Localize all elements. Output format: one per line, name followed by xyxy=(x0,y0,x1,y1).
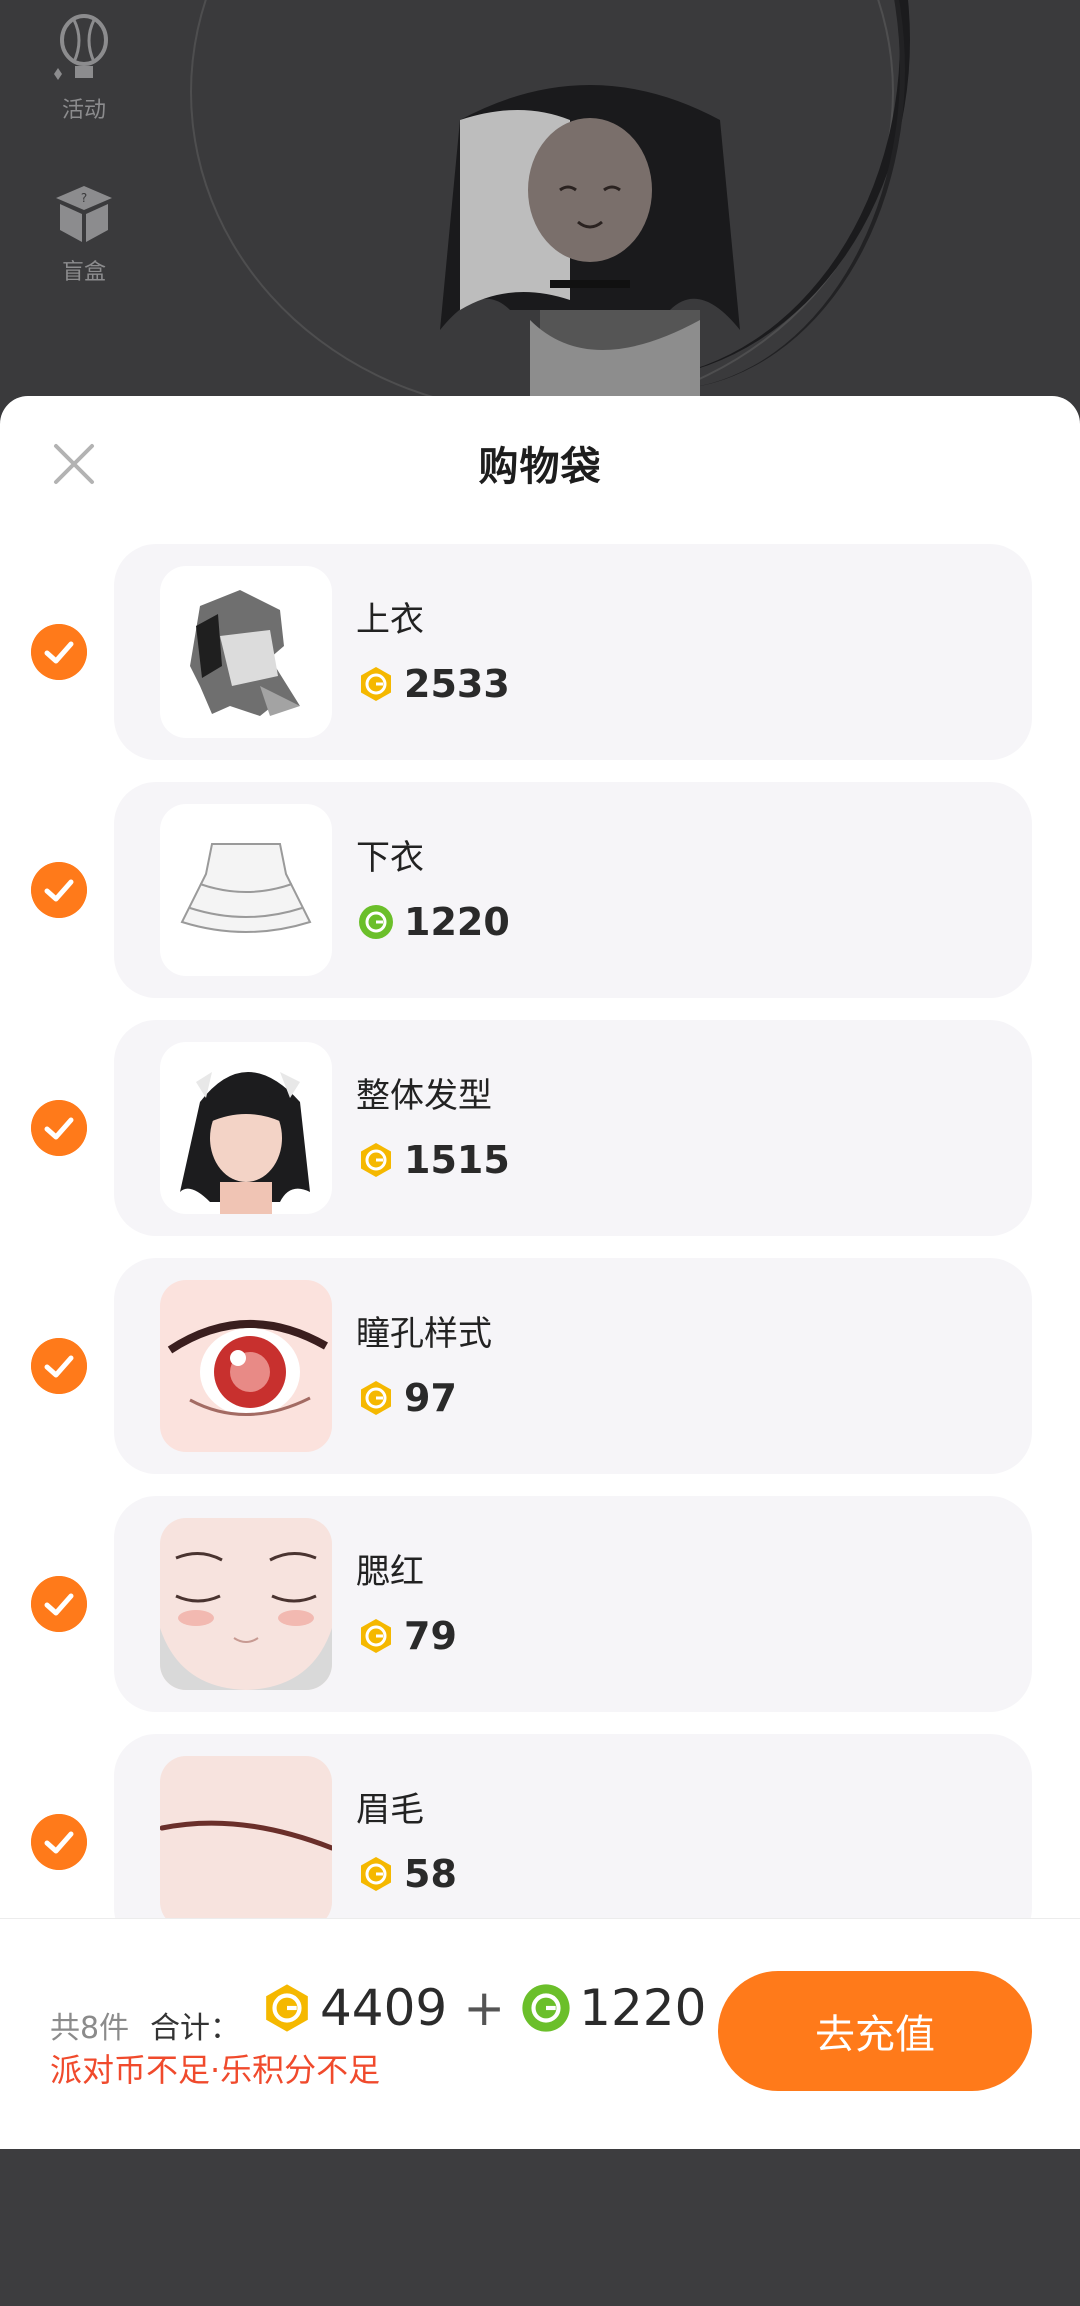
cart-item: 上衣 2533 xyxy=(0,544,1080,760)
cart-item: 瞳孔样式 97 xyxy=(0,1258,1080,1474)
checkout-footer: 共8件 合计： 4409 + 1220 派对币不足·乐积分不足 去充值 xyxy=(0,1918,1080,2149)
item-name: 瞳孔样式 xyxy=(356,1314,492,1354)
checkbox-checked-icon[interactable] xyxy=(31,1338,87,1394)
checkbox-checked-icon[interactable] xyxy=(31,1100,87,1156)
item-price: 97 xyxy=(358,1376,457,1420)
sheet-title: 购物袋 xyxy=(478,444,602,490)
party-coin-icon xyxy=(266,1984,308,2032)
item-price: 79 xyxy=(358,1614,457,1658)
party-coin-icon xyxy=(361,1857,391,1891)
cart-item: 整体发型 1515 xyxy=(0,1020,1080,1236)
party-coin-icon xyxy=(361,667,391,701)
cart-item-card[interactable]: 上衣 2533 xyxy=(114,544,1032,760)
cart-item-card[interactable]: 瞳孔样式 97 xyxy=(114,1258,1032,1474)
checkbox-checked-icon[interactable] xyxy=(31,1814,87,1870)
item-thumbnail-pupil xyxy=(160,1280,332,1452)
points-total: 1220 xyxy=(579,1979,707,2037)
checkbox-checked-icon[interactable] xyxy=(31,624,87,680)
shopping-bag-sheet: 购物袋 上衣 2533 下衣 1220 整体发型 1515 瞳孔样式 97 腮红… xyxy=(0,396,1080,2148)
activity-button[interactable]: 活动 xyxy=(36,10,132,124)
item-name: 整体发型 xyxy=(356,1076,492,1116)
item-thumbnail-hairstyle xyxy=(160,1042,332,1214)
item-price: 1515 xyxy=(358,1138,510,1182)
party-coin-icon xyxy=(361,1381,391,1415)
insufficient-balance-warning: 派对币不足·乐积分不足 xyxy=(50,2051,381,2089)
item-thumbnail-blush xyxy=(160,1518,332,1690)
plus-sign: + xyxy=(463,1979,506,2037)
item-price-value: 97 xyxy=(404,1376,457,1420)
party-coin-icon xyxy=(361,1143,391,1177)
item-name: 上衣 xyxy=(356,600,424,640)
activity-label: 活动 xyxy=(61,98,106,123)
item-price: 1220 xyxy=(358,900,510,944)
item-count: 共8件 xyxy=(50,2011,130,2046)
item-name: 下衣 xyxy=(356,838,424,878)
checkbox-checked-icon[interactable] xyxy=(31,862,87,918)
checkbox-checked-icon[interactable] xyxy=(31,1576,87,1632)
box-icon: ? xyxy=(56,186,112,242)
item-price: 2533 xyxy=(358,662,510,706)
cart-item-card[interactable]: 整体发型 1515 xyxy=(114,1020,1032,1236)
coin-total: 4409 xyxy=(320,1979,448,2037)
character-avatar xyxy=(440,85,740,420)
cart-item-card[interactable]: 腮红 79 xyxy=(114,1496,1032,1712)
item-name: 眉毛 xyxy=(356,1790,424,1830)
item-name: 腮红 xyxy=(356,1552,424,1592)
total-amount: 4409 + 1220 xyxy=(262,1979,706,2037)
item-price-value: 2533 xyxy=(404,662,510,706)
item-price-value: 1515 xyxy=(404,1138,510,1182)
cart-item-card[interactable]: 下衣 1220 xyxy=(114,782,1032,998)
svg-text:?: ? xyxy=(81,191,87,205)
cart-item: 腮红 79 xyxy=(0,1496,1080,1712)
total-label: 合计： xyxy=(150,2011,240,2046)
item-price-value: 79 xyxy=(404,1614,457,1658)
balloon-icon xyxy=(54,14,108,80)
party-coin-icon xyxy=(361,1619,391,1653)
blindbox-button[interactable]: ? 盲盒 xyxy=(36,172,132,286)
cart-item: 下衣 1220 xyxy=(0,782,1080,998)
item-price-value: 1220 xyxy=(404,900,510,944)
blindbox-label: 盲盒 xyxy=(61,260,106,285)
item-thumbnail-skirt xyxy=(160,804,332,976)
item-thumbnail-eyebrow xyxy=(160,1756,332,1928)
background-scene: 活动 ? 盲盒 xyxy=(0,0,1080,420)
fun-points-icon xyxy=(522,1984,570,2032)
item-price: 58 xyxy=(358,1852,457,1896)
item-price-value: 58 xyxy=(404,1852,457,1896)
item-thumbnail-top xyxy=(160,566,332,738)
fun-points-icon xyxy=(359,905,393,939)
recharge-button[interactable]: 去充值 xyxy=(718,1971,1032,2091)
